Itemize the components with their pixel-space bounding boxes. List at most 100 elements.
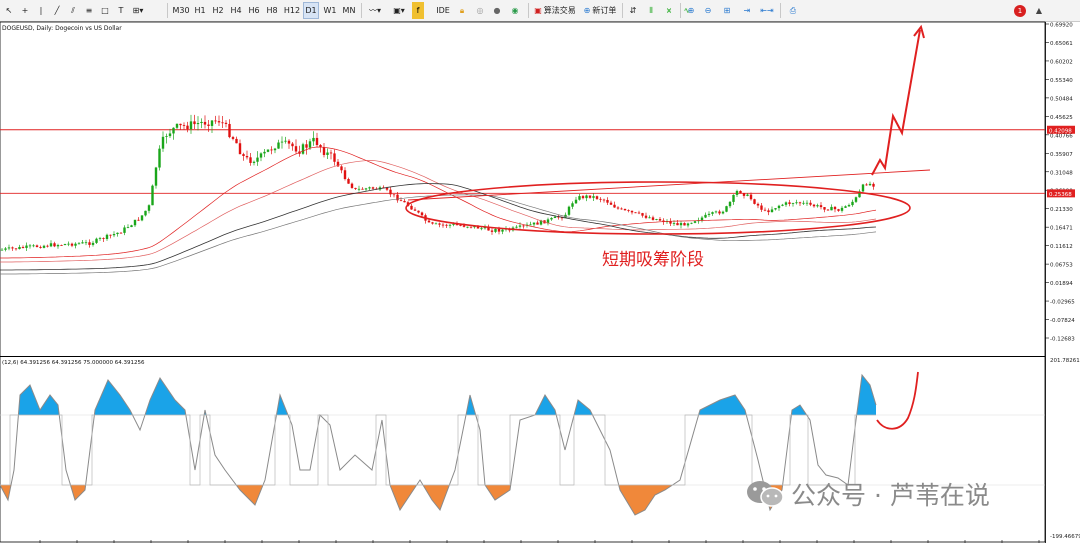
candle-body [340, 166, 343, 171]
candle-body [679, 223, 683, 226]
candle-body [777, 205, 781, 209]
candle-body [518, 225, 522, 227]
candle-body [49, 243, 53, 247]
candle-body [245, 156, 249, 158]
candle-body [399, 200, 403, 202]
candle-body [161, 136, 165, 149]
candle-body [851, 201, 854, 206]
candle-body [312, 137, 315, 142]
candle-body [126, 227, 130, 228]
candle-body [732, 194, 735, 202]
candle-body [105, 234, 109, 239]
signal-square-line [0, 414, 876, 486]
candle-body [606, 199, 609, 203]
candle-body [595, 196, 599, 199]
price-label: -0.12683 [1050, 337, 1075, 343]
candle-body [392, 194, 396, 196]
candle-body [354, 187, 357, 189]
candle-body [714, 211, 718, 213]
candle-body [25, 245, 28, 248]
candle-body [81, 242, 84, 244]
candle-body [119, 232, 123, 234]
candle-body [14, 248, 18, 250]
candle-body [620, 208, 623, 210]
price-label: 0.50484 [1050, 96, 1073, 102]
candle-body [854, 197, 858, 202]
candle-body [214, 120, 217, 122]
price-label: 0.06753 [1050, 263, 1073, 269]
candle-body [28, 245, 32, 247]
candle-body [154, 167, 158, 186]
watermark: 公众号 · 芦苇在说 [745, 476, 990, 512]
candle-body [634, 212, 637, 214]
candle-body [802, 202, 805, 204]
price-label: 0.21330 [1050, 207, 1073, 213]
indicator-caption: (12,6) 64.391256 64.391256 75.000000 64.… [2, 360, 145, 366]
indicator-scale-bottom: -199.46679 [1050, 534, 1080, 540]
candle-body [270, 149, 273, 151]
candle-body [623, 208, 627, 211]
candle-body [263, 151, 266, 154]
price-label: -0.02965 [1050, 300, 1075, 306]
candle-body [567, 206, 571, 215]
candle-body [186, 125, 189, 130]
candle-body [207, 124, 210, 126]
candle-body [357, 188, 361, 190]
candle-body [515, 226, 518, 228]
candle-body [371, 187, 375, 189]
candle-body [847, 205, 851, 207]
candle-body [420, 212, 424, 216]
candle-body [165, 136, 168, 137]
price-label: 0.55340 [1050, 78, 1073, 84]
candle-body [760, 205, 763, 210]
candle-body [648, 217, 651, 219]
candle-body [217, 121, 221, 123]
candle-body [305, 144, 308, 148]
candle-body [735, 190, 739, 195]
candle-body [445, 224, 448, 226]
candle-body [707, 213, 711, 215]
candle-body [599, 198, 602, 200]
candle-body [627, 210, 630, 212]
candle-body [791, 203, 795, 204]
candle-body [585, 195, 588, 199]
candle-body [326, 152, 329, 155]
candle-body [137, 219, 140, 221]
candle-body [210, 120, 214, 126]
candle-body [196, 123, 200, 125]
candle-body [728, 201, 732, 207]
watermark-text: 公众号 · 芦苇在说 [791, 481, 990, 510]
candle-body [448, 224, 452, 226]
candle-body [690, 222, 693, 224]
candle-body [417, 210, 420, 213]
candle-body [725, 206, 728, 212]
indicator-projection-curve [876, 371, 919, 430]
ma-line-red-1 [0, 146, 877, 259]
candle-body [798, 202, 802, 204]
candle-body [315, 137, 319, 146]
candle-body [658, 219, 662, 221]
candle-body [88, 242, 91, 245]
candle-body [133, 219, 137, 226]
candle-body [637, 212, 641, 214]
candle-body [158, 148, 161, 168]
candle-body [826, 209, 830, 211]
candle-body [805, 202, 809, 204]
candle-body [32, 245, 35, 247]
candle-body [763, 209, 767, 211]
candle-body [602, 199, 606, 201]
candle-body [795, 202, 798, 204]
candle-body [613, 204, 616, 208]
candle-body [466, 226, 469, 228]
candle-body [434, 223, 438, 225]
candle-body [756, 203, 760, 206]
candle-body [683, 223, 686, 226]
candle-body [56, 245, 60, 247]
candle-body [347, 179, 350, 184]
candle-body [389, 189, 392, 195]
candle-body [721, 211, 725, 214]
candle-body [672, 223, 676, 224]
candle-body [840, 207, 844, 211]
candle-body [203, 121, 207, 125]
candle-body [865, 184, 868, 186]
